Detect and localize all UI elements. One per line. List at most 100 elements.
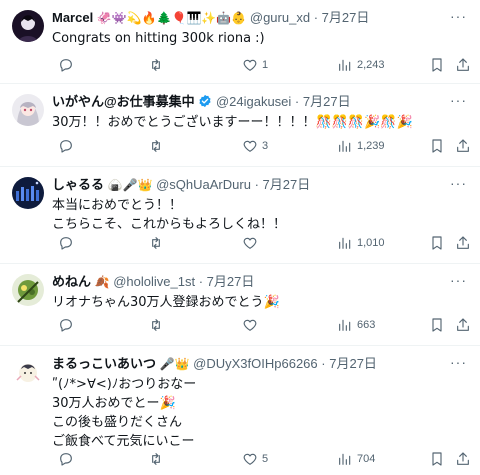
share-icon bbox=[457, 139, 469, 152]
more-icon[interactable]: ··· bbox=[450, 9, 466, 25]
like-count: 1 bbox=[262, 59, 269, 71]
reply-button[interactable] bbox=[58, 449, 78, 469]
timestamp[interactable]: 7月27日 bbox=[207, 274, 255, 289]
user-handle[interactable]: @DUyX3fOIHp66266 bbox=[193, 356, 317, 371]
dot-separator: · bbox=[254, 177, 259, 192]
more-icon[interactable]: ··· bbox=[450, 273, 466, 289]
tweet-card[interactable]: めねん 🍂 @hololive_1st · 7月27日 ··· リオナちゃん30… bbox=[0, 264, 480, 346]
name-emojis: 🦑👾💫🔥🌲🎈🎹✨🤖👶 bbox=[96, 11, 247, 25]
like-button[interactable] bbox=[242, 315, 262, 335]
tweet-text: ʺ(ﾉ*>∀<)ﾉおつりおなー 30万人おめでとー🎉 この後も盛りだくさん ご飯… bbox=[52, 377, 197, 449]
avatar[interactable] bbox=[12, 94, 44, 126]
bookmark-button[interactable] bbox=[429, 315, 445, 335]
name-emojis: 🍂 bbox=[94, 275, 110, 289]
name-emojis: 🎤👑 bbox=[159, 357, 190, 371]
like-button[interactable]: 3 bbox=[242, 136, 268, 156]
views-button[interactable]: 2,243 bbox=[337, 55, 385, 75]
reply-icon bbox=[60, 237, 72, 250]
like-button[interactable]: 1 bbox=[242, 55, 268, 75]
views-button[interactable]: 1,239 bbox=[337, 136, 385, 156]
display-name[interactable]: まるっこいあいつ bbox=[52, 356, 156, 371]
more-icon[interactable]: ··· bbox=[450, 93, 466, 109]
dot-separator: · bbox=[321, 356, 326, 371]
share-icon bbox=[457, 236, 469, 249]
like-button[interactable] bbox=[242, 233, 262, 253]
share-icon bbox=[457, 58, 469, 71]
tweet-card[interactable]: いがやん@お仕事募集中 @24igakusei · 7月27日 ··· 30万！… bbox=[0, 84, 480, 167]
tweet-text: 本当におめでとう！！ こちらこそ、これからもよろしくね！！ bbox=[52, 198, 287, 232]
verified-badge-icon bbox=[199, 94, 211, 108]
avatar[interactable] bbox=[12, 356, 44, 388]
reply-button[interactable] bbox=[58, 55, 78, 75]
dot-separator: · bbox=[294, 94, 300, 109]
action-bar: 3 1,239 bbox=[52, 136, 472, 156]
tweet-header: いがやん@お仕事募集中 @24igakusei · 7月27日 bbox=[52, 93, 440, 111]
reply-icon bbox=[60, 59, 72, 72]
view-count: 1,010 bbox=[357, 237, 385, 249]
view-count: 2,243 bbox=[357, 59, 385, 71]
display-name[interactable]: いがやん@お仕事募集中 bbox=[52, 94, 195, 109]
user-handle[interactable]: @24igakusei bbox=[216, 94, 291, 109]
share-button[interactable] bbox=[455, 55, 471, 75]
more-icon[interactable]: ··· bbox=[450, 176, 466, 192]
tweet-header: Marcel 🦑👾💫🔥🌲🎈🎹✨🤖👶 @guru_xd · 7月27日 bbox=[52, 9, 440, 27]
bookmark-button[interactable] bbox=[429, 136, 445, 156]
reply-button[interactable] bbox=[58, 315, 78, 335]
user-handle[interactable]: @hololive_1st bbox=[113, 274, 195, 289]
timestamp[interactable]: 7月27日 bbox=[263, 177, 311, 192]
tweet-header: まるっこいあいつ 🎤👑 @DUyX3fOIHp66266 · 7月27日 bbox=[52, 355, 440, 373]
views-icon bbox=[339, 319, 351, 331]
reply-feed: Marcel 🦑👾💫🔥🌲🎈🎹✨🤖👶 @guru_xd · 7月27日 ··· C… bbox=[0, 0, 480, 475]
share-button[interactable] bbox=[455, 136, 471, 156]
share-button[interactable] bbox=[455, 233, 471, 253]
tweet-header: めねん 🍂 @hololive_1st · 7月27日 bbox=[52, 273, 440, 291]
retweet-button[interactable] bbox=[148, 136, 168, 156]
display-name[interactable]: しゃるる bbox=[52, 177, 104, 192]
dot-separator: · bbox=[313, 10, 319, 25]
reply-button[interactable] bbox=[58, 136, 78, 156]
views-icon bbox=[339, 237, 351, 249]
retweet-icon bbox=[152, 140, 160, 152]
bookmark-icon bbox=[432, 318, 442, 332]
display-name[interactable]: Marcel bbox=[52, 10, 93, 25]
retweet-button[interactable] bbox=[148, 449, 168, 469]
bookmark-button[interactable] bbox=[429, 233, 445, 253]
bookmark-icon bbox=[432, 139, 442, 153]
display-name[interactable]: めねん bbox=[52, 274, 91, 289]
avatar[interactable] bbox=[12, 10, 44, 42]
action-bar: 663 bbox=[52, 315, 472, 335]
tweet-card[interactable]: まるっこいあいつ 🎤👑 @DUyX3fOIHp66266 · 7月27日 ···… bbox=[0, 346, 480, 475]
views-icon bbox=[339, 140, 351, 152]
retweet-icon bbox=[152, 59, 160, 71]
avatar[interactable] bbox=[12, 177, 44, 209]
bookmark-button[interactable] bbox=[429, 449, 445, 469]
tweet-text: リオナちゃん30万人登録おめでとう🎉 bbox=[52, 295, 280, 310]
retweet-button[interactable] bbox=[148, 315, 168, 335]
views-icon bbox=[339, 453, 351, 465]
share-icon bbox=[457, 318, 469, 331]
timestamp[interactable]: 7月27日 bbox=[329, 356, 377, 371]
more-icon[interactable]: ··· bbox=[450, 355, 466, 371]
action-bar: 1 2,243 bbox=[52, 55, 472, 75]
tweet-card[interactable]: Marcel 🦑👾💫🔥🌲🎈🎹✨🤖👶 @guru_xd · 7月27日 ··· C… bbox=[0, 0, 480, 84]
timestamp[interactable]: 7月27日 bbox=[303, 94, 351, 109]
retweet-button[interactable] bbox=[148, 55, 168, 75]
view-count: 1,239 bbox=[357, 140, 385, 152]
avatar[interactable] bbox=[12, 274, 44, 306]
bookmark-button[interactable] bbox=[429, 55, 445, 75]
user-handle[interactable]: @sQhUaArDuru bbox=[156, 177, 251, 192]
share-button[interactable] bbox=[455, 315, 471, 335]
timestamp[interactable]: 7月27日 bbox=[322, 10, 370, 25]
views-button[interactable]: 663 bbox=[337, 315, 375, 335]
tweet-header: しゃるる 🍙🎤👑 @sQhUaArDuru · 7月27日 bbox=[52, 176, 440, 194]
view-count: 663 bbox=[357, 319, 376, 331]
action-bar: 5 704 bbox=[52, 449, 472, 469]
retweet-button[interactable] bbox=[148, 233, 168, 253]
views-button[interactable]: 1,010 bbox=[337, 233, 385, 253]
like-button[interactable]: 5 bbox=[242, 449, 268, 469]
views-button[interactable]: 704 bbox=[337, 449, 375, 469]
share-button[interactable] bbox=[455, 449, 471, 469]
reply-button[interactable] bbox=[58, 233, 78, 253]
user-handle[interactable]: @guru_xd bbox=[250, 10, 310, 25]
tweet-card[interactable]: しゃるる 🍙🎤👑 @sQhUaArDuru · 7月27日 ··· 本当におめで… bbox=[0, 167, 480, 264]
